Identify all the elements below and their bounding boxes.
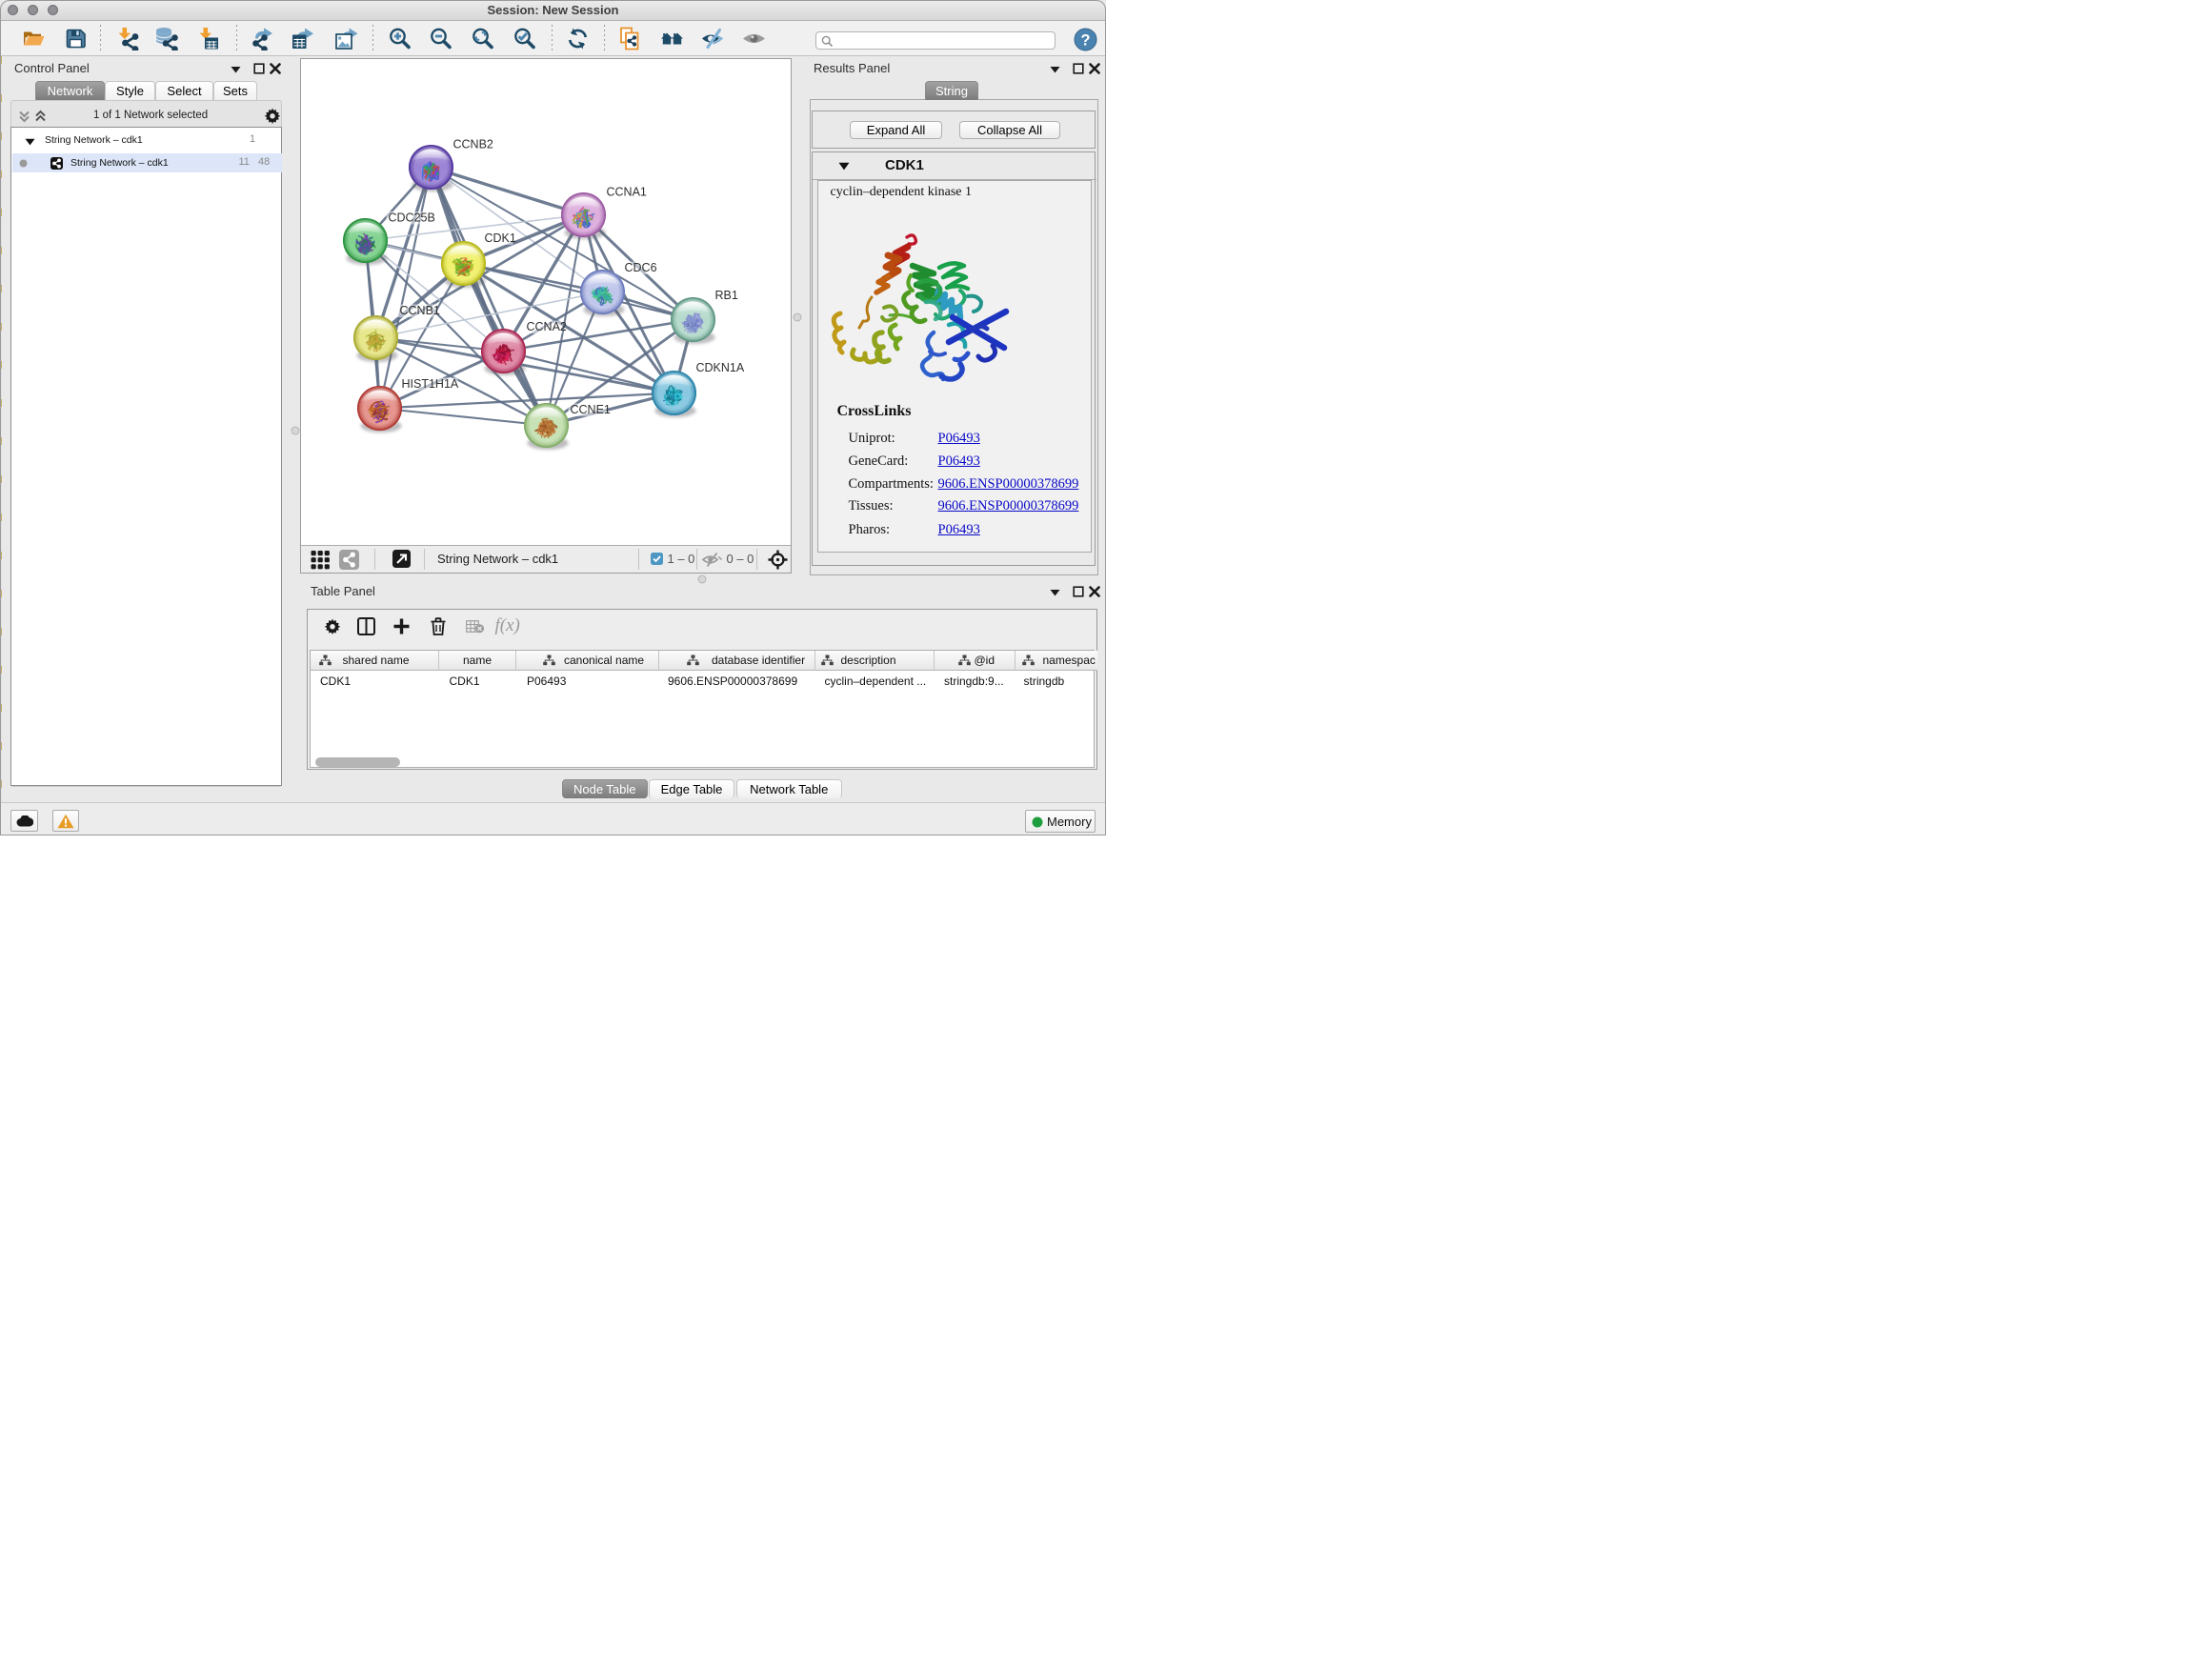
- svg-text:CDC6: CDC6: [624, 261, 656, 274]
- svg-text:CCNB2: CCNB2: [452, 137, 493, 151]
- svg-text:CCNA1: CCNA1: [606, 185, 646, 198]
- svg-text:CDKN1A: CDKN1A: [695, 361, 744, 374]
- svg-text:CDC25B: CDC25B: [388, 211, 434, 224]
- svg-text:?: ?: [1081, 31, 1091, 49]
- svg-text:RB1: RB1: [714, 289, 737, 302]
- svg-text:CDK1: CDK1: [484, 232, 515, 245]
- svg-text:HIST1H1A: HIST1H1A: [401, 377, 458, 391]
- svg-text:CCNB1: CCNB1: [399, 304, 439, 317]
- svg-text:CCNA2: CCNA2: [526, 320, 566, 333]
- svg-text:CCNE1: CCNE1: [570, 403, 610, 416]
